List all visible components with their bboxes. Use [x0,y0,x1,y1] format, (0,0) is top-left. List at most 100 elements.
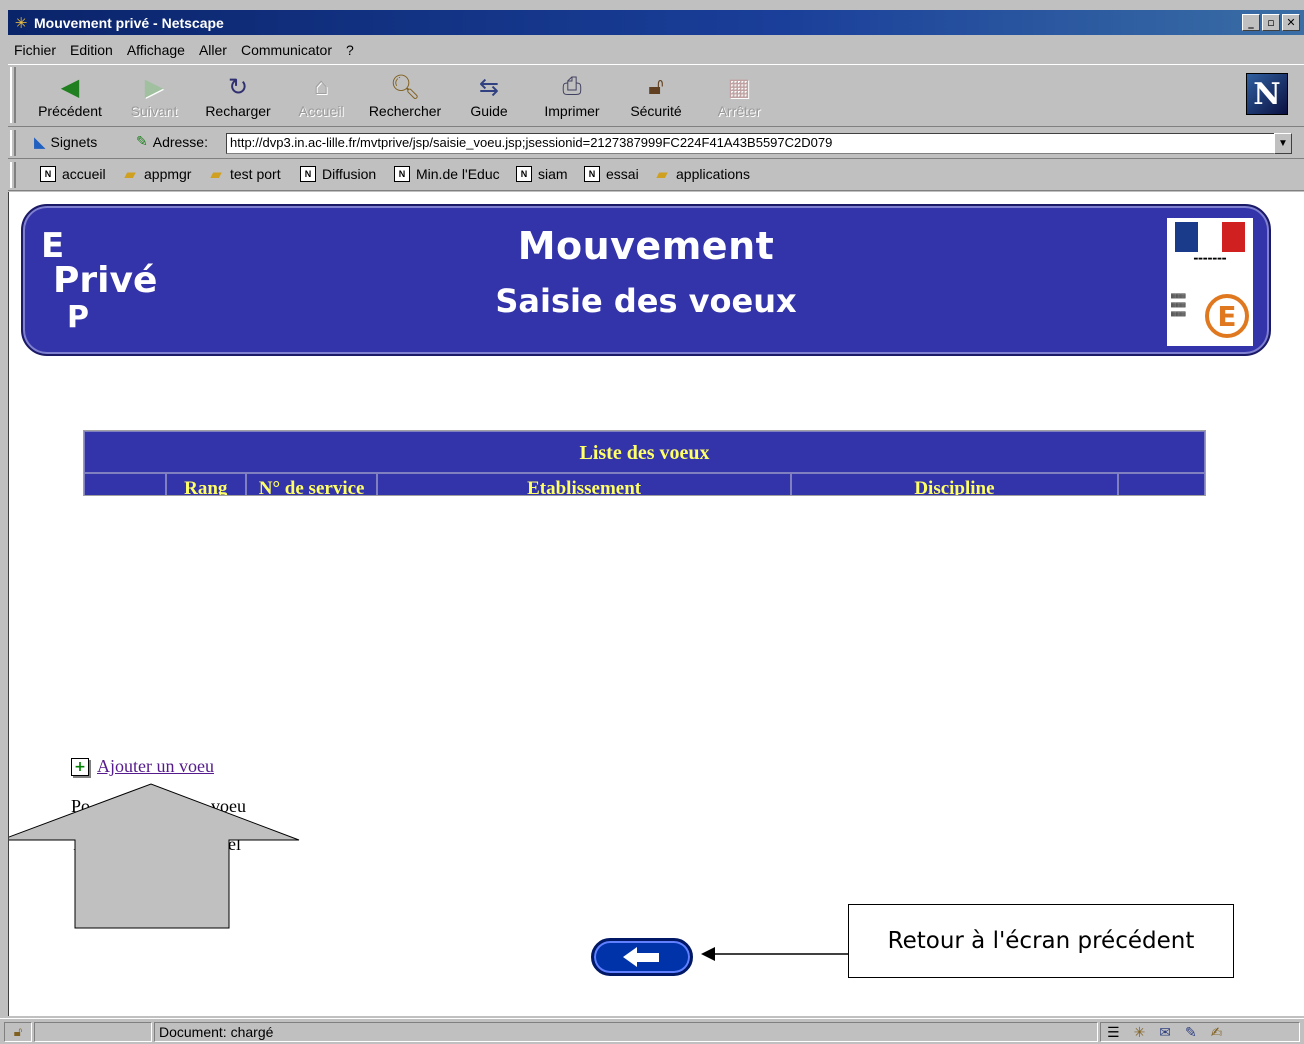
menu-affichage[interactable]: Affichage [127,42,185,58]
stop-label: Arrêter [717,103,761,119]
guide-button[interactable]: ⇆ Guide [449,71,529,120]
security-label: Sécurité [630,103,682,119]
stop-button[interactable]: ▦ Arrêter [699,71,779,120]
back-label: Précédent [38,103,102,119]
stop-icon: ▦ [727,73,751,101]
security-status-icon[interactable]: 🔓︎ [4,1022,32,1042]
back-arrow-icon: ◀ [60,73,80,101]
col-header-select [84,473,166,495]
bookmark-applications[interactable]: ▰ applications [654,166,750,183]
bookmark-label: accueil [62,166,106,182]
navigator-icon[interactable]: ✳ [1134,1023,1146,1041]
col-header-rang: Rang [165,473,246,495]
menu-communicator[interactable]: Communicator [241,42,332,58]
page-icon: N [584,166,600,182]
folder-icon: ▰ [124,166,136,183]
personal-toolbar-grip[interactable] [10,162,16,188]
navigation-toolbar: ◀ Précédent ▶ Suivant ↻ Recharger ⌂ Accu… [8,64,1304,127]
home-icon: ⌂ [313,73,329,100]
menu-edition[interactable]: Edition [70,42,113,58]
minimize-button[interactable]: _ [1242,14,1260,31]
bookmark-accueil[interactable]: Naccueil [40,166,106,182]
bookmark-test-port[interactable]: ▰ test port [208,166,281,183]
print-button[interactable]: ⎙ Imprimer [532,71,612,119]
composer-icon[interactable]: ✍ [1211,1023,1223,1041]
french-flag-icon [1175,222,1245,252]
republic-emblem: ▬▬▬▬▬▬▬ [1193,256,1227,262]
header-banner: E Privé P Mouvement Saisie des voeux ▬▬▬… [21,204,1271,356]
col-header-discipline: Discipline [790,473,1119,495]
print-label: Imprimer [544,103,600,119]
bookmark-label: test port [230,166,281,182]
page-icon: N [394,166,410,182]
menu-fichier[interactable]: Fichier [14,42,56,58]
bookmark-essai[interactable]: Nessai [584,166,639,182]
menu-bar: Fichier Edition Affichage Aller Communic… [8,37,1304,63]
netscape-logo[interactable]: N [1246,73,1288,115]
reload-label: Recharger [205,103,271,119]
search-icon: 🔍︎ [389,73,421,101]
address-label-group: ✎ Adresse: [136,133,208,150]
ministry-text-mark: ▦▦▦ ▦▦▦ ▦▦▦ [1171,291,1186,318]
ministry-logo: ▬▬▬▬▬▬▬ ▦▦▦ ▦▦▦ ▦▦▦ E [1167,218,1253,346]
menu-aller[interactable]: Aller [199,42,227,58]
page-subtitle: Saisie des voeux [495,282,797,320]
window-title: Mouvement privé - Netscape [34,14,224,31]
bookmark-label: Diffusion [322,166,377,182]
page-icon: N [300,166,316,182]
component-grip-icon[interactable]: ☰ [1107,1023,1120,1041]
bookmarks-button[interactable]: ◣ Signets [34,133,97,151]
bookmark-label: siam [538,166,568,182]
printer-icon: ⎙ [562,73,582,100]
forward-arrow-icon: ▶ [144,73,164,101]
address-label: Adresse: [152,133,208,150]
status-text: Document: chargé [154,1022,1098,1042]
forward-button[interactable]: ▶ Suivant [114,71,194,120]
security-button[interactable]: 🔓︎ Sécurité [616,71,696,119]
reload-icon: ↻ [227,73,249,101]
home-label: Accueil [298,103,344,119]
bookmark-appmgr[interactable]: ▰ appmgr [122,166,192,183]
location-grip[interactable] [10,130,16,156]
bookmarks-label: Signets [50,134,98,150]
bookmark-diffusion[interactable]: N Diffusion [300,166,376,182]
folder-icon: ▰ [210,166,222,183]
menu-help[interactable]: ? [346,42,354,58]
reload-button[interactable]: ↻ Recharger [198,71,278,120]
table-header-row: Rang N° de service Etablissement Discipl… [84,473,1205,495]
page-title: Mouvement [517,224,775,268]
unlocked-icon: 🔓︎ [13,1024,23,1039]
address-dropdown-button[interactable]: ▼ [1274,133,1292,154]
status-bar: 🔓︎ Document: chargé ☰ ✳ ✉ ✎ ✍ [0,1018,1304,1044]
chevron-down-icon: ▼ [1278,138,1288,149]
back-button[interactable]: ◀ Précédent [30,71,110,120]
location-icon[interactable]: ✎ [136,133,148,150]
guide-icon: ⇆ [478,73,500,101]
toolbar-grip[interactable] [10,67,16,123]
guide-label: Guide [470,103,508,119]
bookmark-label: essai [606,166,639,182]
home-button[interactable]: ⌂ Accueil [281,71,361,119]
back-button-page[interactable] [591,938,693,976]
search-label: Rechercher [368,103,442,119]
close-button[interactable]: ✕ [1282,14,1300,31]
maximize-button[interactable]: ▫ [1262,14,1280,31]
progress-panel [34,1022,152,1042]
table-caption: Liste des voeux [84,431,1205,473]
bookmark-min-educ[interactable]: N Min.de l'Educ [394,166,500,182]
address-input[interactable]: http://dvp3.in.ac-lille.fr/mvtprive/jsp/… [226,133,1276,154]
page-icon: N [40,166,56,182]
bookmark-label: appmgr [144,166,192,182]
location-bar: ◣ Signets ✎ Adresse: http://dvp3.in.ac-l… [8,128,1304,159]
col-header-service: N° de service [245,473,378,495]
netscape-app-icon: ✳ [14,14,28,32]
col-header-actions [1118,473,1205,495]
discussion-icon[interactable]: ✎ [1185,1023,1197,1041]
search-button[interactable]: 🔍︎ Rechercher [365,71,445,120]
bookmark-siam[interactable]: Nsiam [516,166,568,182]
annotation-up-arrow [9,783,300,929]
component-bar: ☰ ✳ ✉ ✎ ✍ [1100,1022,1300,1042]
education-e-icon: E [1205,294,1249,338]
folder-icon: ▰ [656,166,668,183]
mail-icon[interactable]: ✉ [1159,1023,1171,1041]
